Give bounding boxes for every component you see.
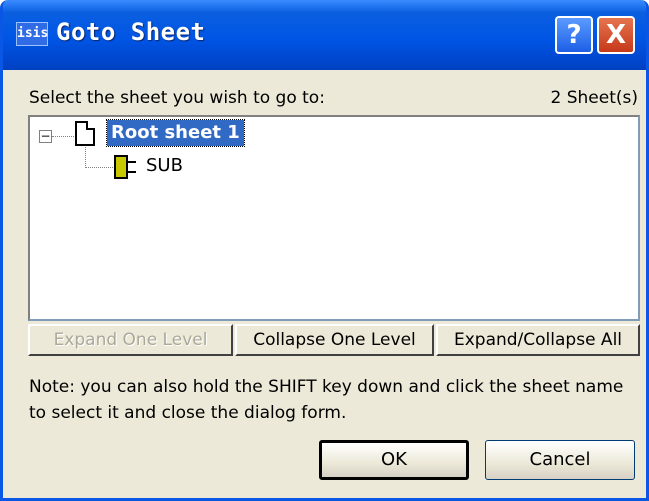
- window-title: Goto Sheet: [56, 18, 206, 46]
- note-text: Note: you can also hold the SHIFT key do…: [29, 377, 624, 423]
- isis-app-icon: isis: [16, 22, 48, 46]
- subcircuit-pin-icon: [128, 161, 136, 173]
- ok-button[interactable]: OK: [319, 440, 469, 480]
- close-button[interactable]: X: [597, 16, 635, 54]
- collapse-one-level-button[interactable]: Collapse One Level: [235, 324, 434, 356]
- expand-one-level-button[interactable]: Expand One Level: [28, 324, 233, 356]
- cancel-button[interactable]: Cancel: [485, 440, 635, 480]
- title-bar[interactable]: isis Goto Sheet ? X: [3, 0, 646, 70]
- instruction-label: Select the sheet you wish to go to:: [29, 88, 325, 108]
- document-icon: [75, 121, 95, 146]
- expand-collapse-all-button[interactable]: Expand/Collapse All: [436, 324, 640, 356]
- tree-button-row: Expand One Level Collapse One Level Expa…: [28, 324, 640, 356]
- sheet-tree[interactable]: − Root sheet 1 SUB: [28, 115, 640, 321]
- subcircuit-icon: [114, 155, 128, 179]
- sheet-count-label: 2 Sheet(s): [550, 88, 639, 108]
- goto-sheet-dialog: isis Goto Sheet ? X Select the sheet you…: [0, 0, 649, 501]
- tree-item-sub[interactable]: SUB: [146, 155, 183, 176]
- tree-connector: [52, 136, 74, 137]
- tree-connector: [85, 147, 86, 168]
- collapse-toggle-icon[interactable]: −: [39, 130, 52, 143]
- tree-item-root-sheet[interactable]: Root sheet 1: [106, 119, 245, 147]
- tree-connector: [85, 167, 113, 168]
- help-button[interactable]: ?: [555, 16, 593, 54]
